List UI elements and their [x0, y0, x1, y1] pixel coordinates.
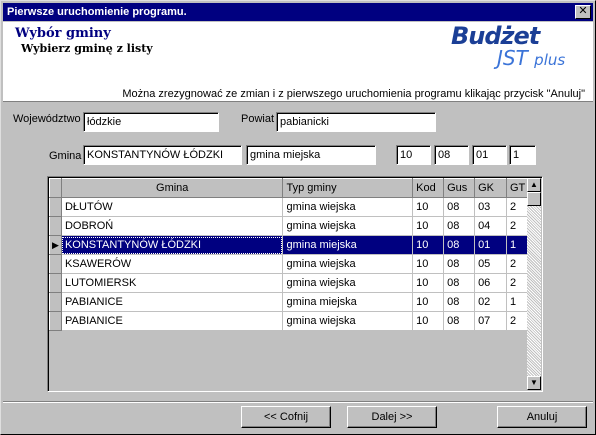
table-row[interactable]: PABIANICE gmina wiejska 10 08 07 2	[49, 311, 529, 331]
table-cell: 2	[506, 216, 529, 236]
table-cell: DOBROŃ	[61, 216, 284, 236]
gmina-field[interactable]: KONSTANTYNÓW ŁÓDZKI	[83, 145, 242, 165]
next-button[interactable]: Dalej >>	[347, 406, 437, 428]
column-header-gus[interactable]: Gus	[443, 178, 476, 198]
table-cell: PABIANICE	[61, 292, 284, 312]
gmina-label: Gmina	[49, 150, 82, 162]
table-cell: gmina wiejska	[282, 216, 414, 236]
wojewodztwo-field[interactable]: łódzkie	[83, 112, 219, 132]
table-cell: 01	[474, 235, 507, 255]
table-cell: 10	[412, 292, 445, 312]
table-row[interactable]: PABIANICE gmina miejska 10 08 02 1	[49, 292, 529, 312]
table-cell: 08	[443, 311, 476, 331]
gus-field[interactable]: 08	[434, 145, 469, 165]
table-cell: DŁUTÓW	[61, 197, 284, 217]
vertical-scrollbar[interactable]: ▲ ▼	[527, 178, 541, 390]
typ-gminy-field[interactable]: gmina miejska	[246, 145, 376, 165]
row-indicator[interactable]	[49, 216, 62, 236]
table-cell: 08	[443, 254, 476, 274]
table-cell: gmina wiejska	[282, 311, 414, 331]
table-cell: LUTOMIERSK	[61, 273, 284, 293]
table-row[interactable]: ▶ KONSTANTYNÓW ŁÓDZKI gmina miejska 10 08 01 1	[49, 235, 529, 255]
table-cell: 06	[474, 273, 507, 293]
close-button[interactable]: ✕	[575, 5, 591, 19]
scroll-up-button[interactable]: ▲	[527, 178, 541, 192]
table-cell: 1	[506, 292, 529, 312]
table-cell: gmina miejska	[282, 235, 414, 255]
column-header-gmina[interactable]: Gmina	[60, 178, 284, 198]
table-row[interactable]: KSAWERÓW gmina wiejska 10 08 05 2	[49, 254, 529, 274]
column-header-kod[interactable]: Kod	[412, 178, 445, 198]
arrow-up-icon: ▲	[530, 180, 538, 189]
column-header-typ[interactable]: Typ gminy	[282, 178, 414, 198]
gminy-table[interactable]: Gmina Typ gminy Kod Gus GK GT DŁUTÓW gmin…	[47, 176, 543, 392]
gt-field[interactable]: 1	[509, 145, 536, 165]
arrow-down-icon: ▼	[530, 378, 538, 387]
dialog-window: Pierwsze uruchomienie programu. ✕ Wybór …	[0, 0, 596, 435]
divider	[3, 401, 593, 403]
wojewodztwo-label: Województwo	[13, 113, 81, 125]
table-cell: 2	[506, 197, 529, 217]
table-cell: 08	[443, 216, 476, 236]
back-button[interactable]: << Cofnij	[241, 406, 331, 428]
header-panel: Wybór gminy Wybierz gminę z listy Budżet…	[3, 22, 593, 102]
table-cell: PABIANICE	[61, 311, 284, 331]
logo-bottom-text: JST plus	[497, 46, 566, 70]
powiat-label: Powiat	[241, 113, 275, 125]
row-pointer-icon[interactable]: ▶	[49, 235, 62, 255]
row-indicator-header	[49, 178, 62, 198]
row-indicator[interactable]	[49, 197, 62, 217]
page-title: Wybór gminy	[15, 26, 111, 41]
powiat-field[interactable]: pabianicki	[276, 112, 436, 132]
column-header-gk[interactable]: GK	[474, 178, 507, 198]
page-subtitle: Wybierz gminę z listy	[21, 42, 153, 55]
table-cell: 10	[412, 311, 445, 331]
cancel-button[interactable]: Anuluj	[497, 406, 587, 428]
table-cell: 05	[474, 254, 507, 274]
gminy-grid: Gmina Typ gminy Kod Gus GK GT DŁUTÓW gmin…	[49, 178, 529, 331]
row-indicator[interactable]	[49, 254, 62, 274]
column-header-gt[interactable]: GT	[505, 178, 529, 198]
table-cell: 10	[412, 197, 445, 217]
table-cell: 2	[506, 311, 529, 331]
close-icon: ✕	[578, 5, 588, 17]
table-cell: 10	[412, 273, 445, 293]
cancel-hint: Można zrezygnować ze zmian i z pierwszeg…	[122, 88, 585, 100]
scroll-thumb[interactable]	[527, 192, 541, 206]
table-cell: KONSTANTYNÓW ŁÓDZKI	[61, 235, 284, 255]
row-indicator[interactable]	[49, 311, 62, 331]
table-cell: 2	[506, 273, 529, 293]
budzet-logo: Budżet JST plus	[445, 22, 585, 72]
scroll-down-button[interactable]: ▼	[527, 376, 541, 390]
table-cell: 08	[443, 273, 476, 293]
table-cell: 08	[443, 197, 476, 217]
table-cell: 10	[412, 254, 445, 274]
table-cell: 10	[412, 216, 445, 236]
row-indicator[interactable]	[49, 292, 62, 312]
table-row[interactable]: DOBROŃ gmina wiejska 10 08 04 2	[49, 216, 529, 236]
table-cell: 08	[443, 235, 476, 255]
row-indicator[interactable]	[49, 273, 62, 293]
table-cell: gmina miejska	[282, 292, 414, 312]
table-cell: 04	[474, 216, 507, 236]
title-bar: Pierwsze uruchomienie programu. ✕	[3, 3, 593, 21]
table-cell: gmina wiejska	[282, 197, 414, 217]
table-header-row: Gmina Typ gminy Kod Gus GK GT	[49, 178, 529, 198]
table-cell: 03	[474, 197, 507, 217]
table-cell: 02	[474, 292, 507, 312]
gk-field[interactable]: 01	[472, 145, 507, 165]
table-cell: 10	[412, 235, 445, 255]
table-cell: 1	[506, 235, 529, 255]
table-cell: gmina wiejska	[282, 273, 414, 293]
table-cell: 2	[506, 254, 529, 274]
table-row[interactable]: LUTOMIERSK gmina wiejska 10 08 06 2	[49, 273, 529, 293]
kod-field[interactable]: 10	[396, 145, 431, 165]
table-cell: 07	[474, 311, 507, 331]
table-cell: 08	[443, 292, 476, 312]
table-row[interactable]: DŁUTÓW gmina wiejska 10 08 03 2	[49, 197, 529, 217]
table-cell: KSAWERÓW	[61, 254, 284, 274]
window-title: Pierwsze uruchomienie programu.	[7, 6, 187, 18]
table-cell: gmina wiejska	[282, 254, 414, 274]
